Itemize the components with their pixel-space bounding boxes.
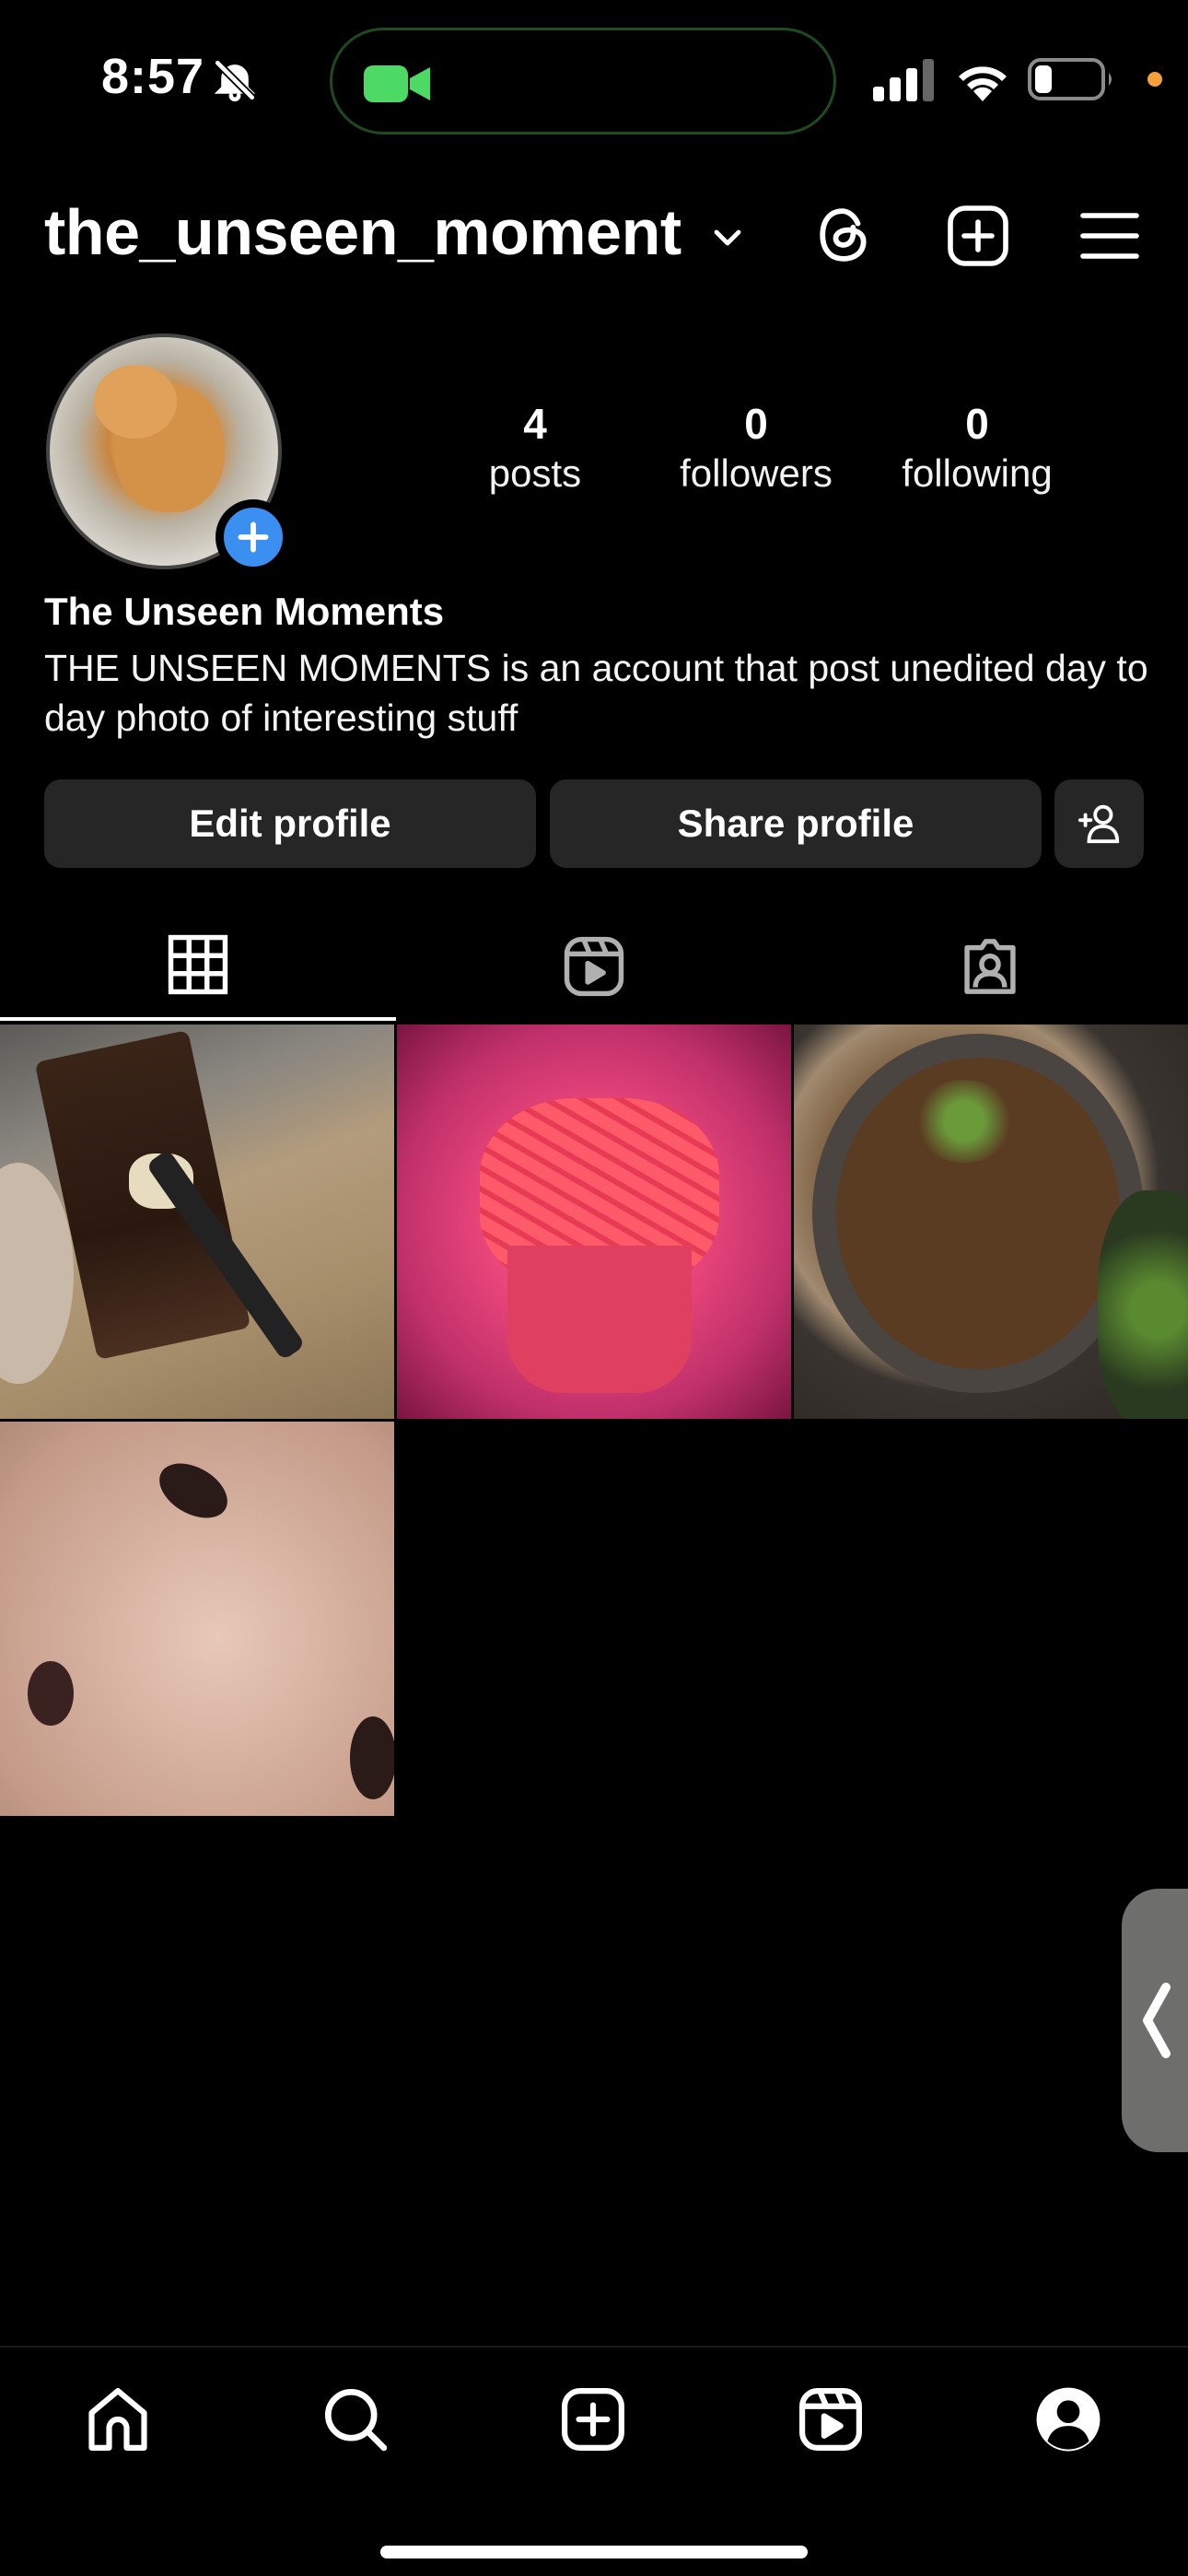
home-icon [88, 2388, 147, 2451]
nav-create[interactable] [556, 2383, 630, 2456]
search-icon [324, 2388, 388, 2452]
nav-search[interactable] [319, 2383, 392, 2456]
photo-detail [914, 1080, 1015, 1163]
status-bar: 8:57 [0, 0, 1188, 161]
photo-detail [28, 1661, 74, 1726]
dynamic-island[interactable] [330, 28, 836, 135]
privacy-indicator-dot [1147, 72, 1162, 87]
stat-followers-count: 0 [744, 400, 768, 448]
share-profile-button[interactable]: Share profile [550, 779, 1042, 868]
tab-posts-grid[interactable] [0, 912, 396, 1021]
stat-following[interactable]: 0 following [876, 398, 1078, 498]
stat-posts-count: 4 [523, 400, 547, 448]
stat-posts[interactable]: 4 posts [434, 398, 636, 498]
profile-bio: THE UNSEEN MOMENTS is an account that po… [44, 647, 1148, 739]
photo-detail [507, 1246, 692, 1393]
edit-profile-button[interactable]: Edit profile [44, 779, 536, 868]
avatar-cat-head [94, 365, 177, 439]
battery-icon [1028, 58, 1112, 100]
plus-icon [238, 521, 269, 553]
tab-reels[interactable] [396, 912, 792, 1021]
bottom-navigation [0, 2346, 1188, 2576]
photo-detail [1098, 1190, 1188, 1419]
tagged-person-icon [964, 939, 1016, 994]
post-thumbnail[interactable] [0, 1422, 394, 1816]
profile-icon [1036, 2387, 1101, 2452]
side-drawer-handle[interactable] [1122, 1889, 1188, 2152]
nav-home[interactable] [81, 2383, 155, 2456]
wifi-icon [959, 66, 1007, 101]
bell-slash-icon [214, 59, 256, 102]
threads-icon[interactable] [816, 206, 873, 263]
reels-icon [564, 936, 624, 997]
post-thumbnail[interactable] [0, 1025, 394, 1419]
chevron-left-icon [1143, 1983, 1171, 2058]
chevron-down-icon[interactable] [709, 219, 746, 256]
stat-posts-label: posts [488, 451, 582, 495]
reels-icon [799, 2388, 862, 2451]
menu-icon[interactable] [1079, 208, 1140, 263]
facetime-video-icon [364, 65, 430, 102]
stat-followers-label: followers [680, 451, 833, 495]
account-switcher-username[interactable]: the_unseen_moment [44, 195, 681, 269]
stat-following-label: following [902, 451, 1053, 495]
post-thumbnail[interactable] [397, 1025, 791, 1419]
create-icon [562, 2388, 624, 2451]
grid-icon [168, 934, 228, 995]
stat-followers[interactable]: 0 followers [655, 398, 857, 498]
stat-following-count: 0 [965, 400, 989, 448]
add-story-button[interactable] [215, 499, 291, 575]
tab-tagged[interactable] [792, 912, 1188, 1021]
status-time: 8:57 [101, 49, 205, 104]
nav-reels[interactable] [794, 2383, 868, 2456]
add-person-icon [1077, 804, 1119, 844]
discover-people-button[interactable] [1054, 779, 1144, 868]
photo-detail [350, 1716, 394, 1799]
post-thumbnail[interactable] [794, 1025, 1188, 1419]
cellular-signal-icon [873, 59, 934, 101]
create-post-icon[interactable] [947, 205, 1009, 267]
home-indicator[interactable] [380, 2546, 808, 2558]
profile-display-name: The Unseen Moments [44, 590, 445, 633]
profile-header: the_unseen_moment [0, 184, 1188, 286]
photo-detail [149, 1452, 238, 1529]
nav-profile[interactable] [1031, 2383, 1105, 2456]
